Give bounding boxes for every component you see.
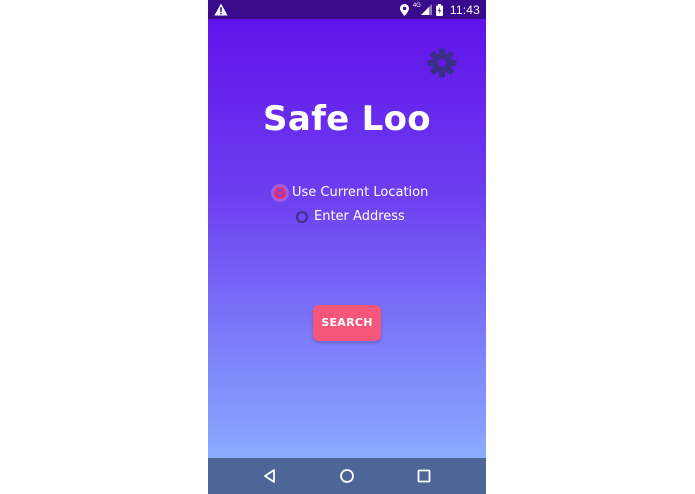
radio-use-current-location[interactable]: Use Current Location xyxy=(274,185,428,200)
back-icon[interactable] xyxy=(261,467,279,485)
location-icon xyxy=(399,3,409,16)
status-time: 11:43 xyxy=(449,2,480,17)
search-button[interactable]: SEARCH xyxy=(313,305,381,341)
radio-button-checked[interactable] xyxy=(274,186,286,199)
status-icons: 4G 11:43 xyxy=(399,0,480,19)
gear-icon[interactable] xyxy=(426,47,458,79)
radio-enter-address[interactable]: Enter Address xyxy=(296,209,405,224)
status-bar: 4G 11:43 xyxy=(208,0,486,19)
navigation-bar xyxy=(208,458,486,494)
home-icon[interactable] xyxy=(338,467,356,485)
radio-button-unchecked[interactable] xyxy=(296,210,308,223)
app-screen: Safe Loo Use Current Location Enter Addr… xyxy=(208,19,486,458)
battery-icon xyxy=(435,3,443,16)
warning-icon xyxy=(214,3,228,16)
signal-icon xyxy=(420,4,432,15)
app-title: Safe Loo xyxy=(263,99,431,139)
radio-label: Enter Address xyxy=(314,209,405,224)
radio-label: Use Current Location xyxy=(292,185,429,200)
phone-screen: 4G 11:43 Safe Loo Use Current Location E… xyxy=(208,0,486,494)
network-type-label: 4G xyxy=(412,2,421,9)
recents-icon[interactable] xyxy=(415,467,433,485)
